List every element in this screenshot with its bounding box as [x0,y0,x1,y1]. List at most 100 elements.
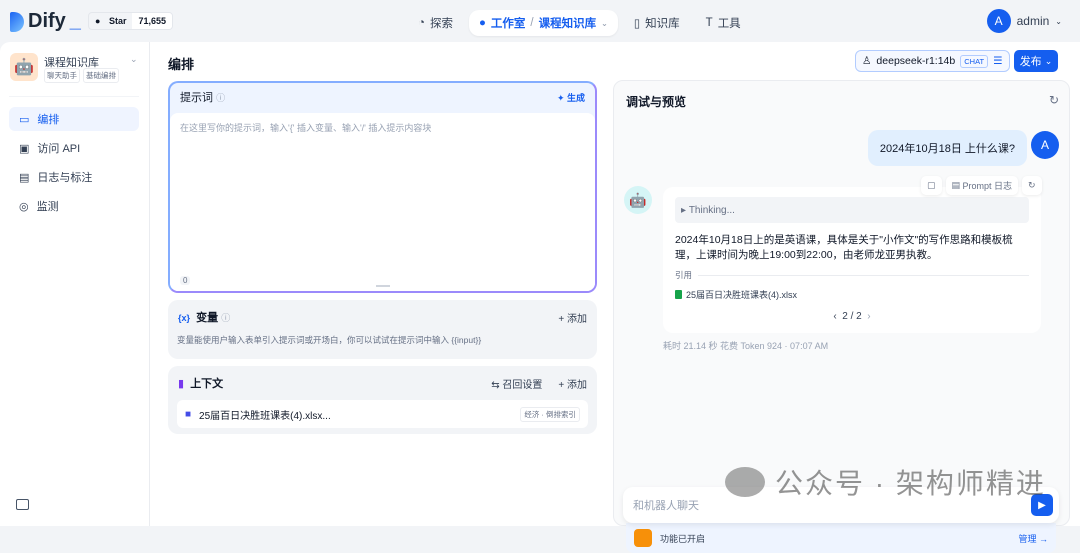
nav-studio[interactable]: ● 工作室 / 课程知识库 ⌄ [468,10,618,36]
add-label: 添加 [567,379,587,391]
main-area: 编排 ♙ deepseek-r1:14b CHAT ☰ 发布 ⌄ 提示词 ⓘ ✦ 生成 … [150,42,1080,553]
generate-label: 生成 [566,92,585,103]
app-mode-tag: 基础编排 [83,68,119,83]
answer-pager: ‹ 2 / 2 › [675,311,1029,322]
sidebar-item-orchestrate[interactable]: ▭ 编排 [9,107,139,131]
prompt-input[interactable]: 在这里写你的提示词，输入'{' 插入变量、输入'/' 插入提示内容块 0 [170,113,595,291]
chevron-down-icon: ⌄ [1044,55,1053,66]
pager-text: 2 / 2 [842,311,862,322]
citation-item[interactable]: 25届百日决胜班课表(4).xlsx [675,288,1029,301]
nav-label: 探索 [429,18,453,30]
app-type-tag: 聊天助手 [44,68,80,83]
char-count: 0 [180,276,191,285]
dataset-item[interactable]: ■ 25届百日决胜班课表(4).xlsx... 经济 · 倒排索引 [177,400,588,428]
next-icon[interactable]: › [867,311,870,322]
add-variable-button[interactable]: + 添加 [558,310,587,325]
recall-settings-button[interactable]: ⇆ 召回设置 [491,376,542,391]
publish-button[interactable]: 发布 ⌄ [1014,50,1058,72]
variables-label: 变量 [196,312,219,324]
sidebar: 🤖 课程知识库 ⌄ 聊天助手 基础编排 ▭ 编排 ▣ 访问 API ▤ 日志与标注 ◎ 监… [0,42,150,526]
gauge-icon: ◎ [19,200,29,213]
features-label: 功能已开启 [660,533,706,544]
nav-label: 工作室 [490,18,526,30]
github-star-button[interactable]: ● Star 71,655 [88,12,173,30]
chevron-down-icon: ⌄ [601,18,608,28]
answer-meta: 耗时 21.14 秒 花费 Token 924 · 07:07 AM [663,341,829,351]
sidebar-item-label: 编排 [37,114,60,126]
prev-icon[interactable]: ‹ [833,311,836,322]
help-icon: ⓘ [221,313,231,323]
bot-answer: ▸ Thinking... 2024年10月18日上的是英语课，具体是关于"小作… [663,187,1041,333]
context-label: 上下文 [190,378,224,390]
sidebar-item-label: 监测 [36,201,59,213]
model-name: deepseek-r1:14b [876,55,956,67]
thinking-toggle[interactable]: ▸ Thinking... [675,197,1029,223]
sidebar-item-label: 日志与标注 [37,172,93,184]
user-name: admin [1016,14,1050,28]
prompt-log-button[interactable]: ▤ Prompt 日志 [945,176,1019,195]
sidebar-item-monitor[interactable]: ◎ 监测 [9,194,139,218]
user-avatar: A [1031,131,1059,159]
collapse-sidebar-icon[interactable] [16,499,29,510]
page-title: 编排 [168,57,195,72]
variable-icon: {x} [178,313,191,323]
sidebar-item-api[interactable]: ▣ 访问 API [9,136,139,160]
model-selector[interactable]: ♙ deepseek-r1:14b CHAT ☰ [855,50,1010,72]
compass-icon: ◔ [418,17,425,29]
file-icon: ▤ [19,171,30,184]
github-icon: ● [95,16,103,26]
nav-knowledge[interactable]: ▯ 知识库 [624,10,690,36]
breadcrumb-separator: / [530,17,534,29]
variables-panel: {x} 变量 ⓘ + 添加 变量能使用户输入表单引入提示词或开场白，你可以试试在提… [168,300,597,359]
layout-icon: ▭ [19,113,30,126]
sidebar-item-logs[interactable]: ▤ 日志与标注 [9,165,139,189]
hammer-icon: T [705,17,713,29]
send-icon[interactable]: ▶ [1031,494,1053,516]
generate-button[interactable]: ✦ 生成 [557,91,585,104]
recall-label: 召回设置 [502,379,543,391]
citation-label: 引用 [675,270,693,280]
debug-title: 调试与预览 [626,95,687,109]
document-icon: ▮ [178,378,185,390]
nav-label: 工具 [717,18,741,30]
resize-handle[interactable] [376,285,390,287]
chevron-down-icon: ⌄ [1055,16,1062,26]
nav-explore[interactable]: ◔ 探索 [408,10,463,36]
citation-file: 25届百日决胜班课表(4).xlsx [686,290,798,300]
feature-icon [634,529,652,547]
dify-logo[interactable]: Dify _ [10,10,81,33]
context-panel: ▮ 上下文 ⇆ 召回设置 + 添加 ■ 25届百日决胜班课表(4).xlsx... 经济… [168,366,597,434]
settings-sliders-icon[interactable]: ☰ [993,55,1002,67]
features-bar: 功能已开启 管理 → [626,523,1056,553]
chat-input[interactable]: 和机器人聊天 ▶ [623,487,1059,523]
restart-icon[interactable]: ↻ [1049,93,1059,107]
current-app-breadcrumb[interactable]: 课程知识库 [539,15,597,31]
nav-tools[interactable]: T 工具 [696,10,751,36]
variables-description: 变量能使用户输入表单引入提示词或开场白，你可以试试在提示词中输入 {{input… [177,335,482,345]
prompt-placeholder: 在这里写你的提示词，输入'{' 插入变量、输入'/' 插入提示内容块 [180,123,432,133]
sidebar-item-label: 访问 API [37,143,81,155]
robot-icon: ● [478,17,486,29]
star-label: Star [108,16,127,26]
add-label: 添加 [567,313,587,325]
prompt-log-label: Prompt 日志 [962,181,1013,191]
app-icon: 🤖 [10,53,38,81]
folder-icon: ■ [185,408,192,420]
book-icon: ▯ [633,18,641,30]
manage-link[interactable]: 管理 → [1018,532,1048,545]
publish-label: 发布 [1019,56,1042,68]
add-context-button[interactable]: + 添加 [558,376,587,391]
dataset-name: 25届百日决胜班课表(4).xlsx... [199,410,331,422]
bot-avatar: 🤖 [624,186,652,214]
brand-name: Dify [28,10,66,32]
nav-label: 知识库 [645,18,680,30]
terminal-icon: ▣ [19,142,30,155]
prompt-editor: 提示词 ⓘ ✦ 生成 在这里写你的提示词，输入'{' 插入变量、输入'/' 插入提… [168,81,597,293]
regenerate-icon[interactable]: ↻ [1022,176,1042,195]
divider [9,96,139,97]
user-message: 2024年10月18日 上什么课? [867,130,1027,166]
chevron-down-icon[interactable]: ⌄ [130,54,138,65]
user-menu[interactable]: Aadmin ⌄ [986,9,1062,33]
copy-icon[interactable]: ▢ [921,176,942,195]
model-icon: ♙ [862,55,872,67]
